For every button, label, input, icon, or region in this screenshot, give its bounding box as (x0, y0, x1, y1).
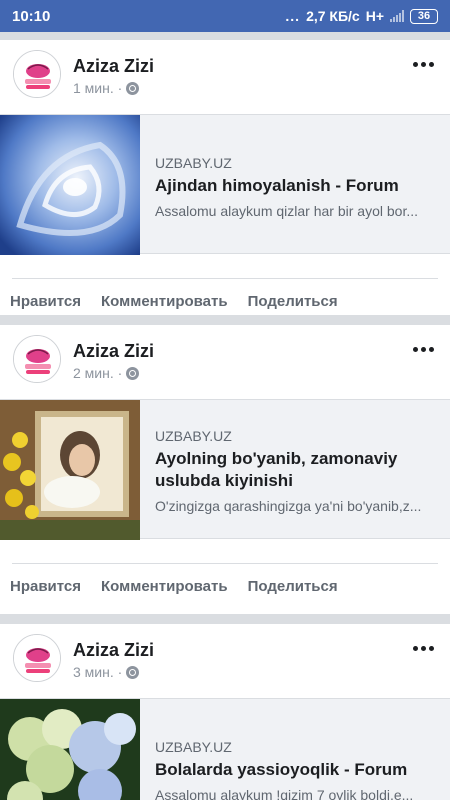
more-options-icon[interactable] (413, 62, 434, 67)
link-thumbnail (0, 115, 140, 255)
avatar[interactable] (13, 634, 61, 682)
post-time[interactable]: 2 мин. · (73, 365, 122, 381)
comment-button[interactable]: Комментировать (101, 293, 228, 325)
feed-post: Aziza Zizi 1 мин. · UZBABY.UZ Ajindan hi… (0, 40, 450, 315)
post-actions: Нравится Комментировать Поделиться (0, 564, 450, 610)
link-preview[interactable]: UZBABY.UZ Ajindan himoyalanish - Forum A… (0, 114, 450, 255)
post-actions: Нравится Комментировать Поделиться (0, 279, 450, 325)
globe-icon (126, 665, 140, 679)
share-button[interactable]: Поделиться (248, 293, 338, 325)
network-speed: 2,7 КБ/с (306, 8, 360, 24)
link-title: Ajindan himoyalanish - Forum (155, 176, 399, 195)
link-thumbnail (0, 699, 140, 800)
post-time[interactable]: 1 мин. · (73, 80, 122, 96)
comment-button[interactable]: Комментировать (101, 578, 228, 610)
like-button[interactable]: Нравится (10, 578, 81, 610)
link-preview[interactable]: UZBABY.UZ Bolalarda yassioyoqlik - Forum… (0, 698, 450, 800)
link-description: Assalomu alaykum qizlar har bir ayol bor… (155, 203, 418, 219)
more-options-icon[interactable] (413, 347, 434, 352)
link-description: Assalomu alaykum !qizim 7 oylik boldi.e.… (155, 787, 414, 800)
post-author[interactable]: Aziza Zizi (73, 56, 154, 77)
status-time: 10:10 (12, 7, 51, 25)
network-type: H+ (365, 8, 384, 24)
like-button[interactable]: Нравится (10, 293, 81, 325)
post-author[interactable]: Aziza Zizi (73, 640, 154, 661)
link-title: Bolalarda yassioyoqlik - Forum (155, 760, 408, 779)
link-description: O'zingizga qarashingizga ya'ni bo'yanib,… (155, 498, 422, 514)
status-bar: 10:10 ... 2,7 КБ/с H+ 36 (0, 0, 450, 32)
post-time[interactable]: 3 мин. · (73, 664, 122, 680)
avatar[interactable] (13, 335, 61, 383)
feed-post: Aziza Zizi 2 мин. · UZBABY.UZ Ayolning b… (0, 325, 450, 614)
link-domain: UZBABY.UZ (155, 155, 232, 171)
link-preview[interactable]: UZBABY.UZ Ayolning bo'yanib, zamonaviy u… (0, 399, 450, 540)
link-domain: UZBABY.UZ (155, 739, 232, 755)
post-header: Aziza Zizi 3 мин. · (0, 624, 450, 698)
battery-level: 36 (417, 9, 431, 22)
link-thumbnail (0, 400, 140, 540)
avatar[interactable] (13, 50, 61, 98)
link-domain: UZBABY.UZ (155, 428, 232, 444)
feed-post: Aziza Zizi 3 мин. · UZBABY.UZ Bolalarda … (0, 624, 450, 800)
globe-icon (126, 366, 140, 380)
link-title: Ayolning bo'yanib, zamonaviy uslubda kiy… (155, 449, 398, 490)
notification-dots-icon: ... (285, 8, 301, 24)
post-author[interactable]: Aziza Zizi (73, 341, 154, 362)
share-button[interactable]: Поделиться (248, 578, 338, 610)
more-options-icon[interactable] (413, 646, 434, 651)
post-meta: 3 мин. · (73, 664, 140, 680)
post-header: Aziza Zizi 2 мин. · (0, 325, 450, 399)
status-indicators: ... 2,7 КБ/с H+ 36 (285, 8, 438, 24)
globe-icon (126, 81, 140, 95)
signal-icon (390, 10, 404, 22)
post-meta: 2 мин. · (73, 365, 140, 381)
post-header: Aziza Zizi 1 мин. · (0, 40, 450, 114)
battery-icon: 36 (410, 8, 438, 24)
post-meta: 1 мин. · (73, 80, 140, 96)
